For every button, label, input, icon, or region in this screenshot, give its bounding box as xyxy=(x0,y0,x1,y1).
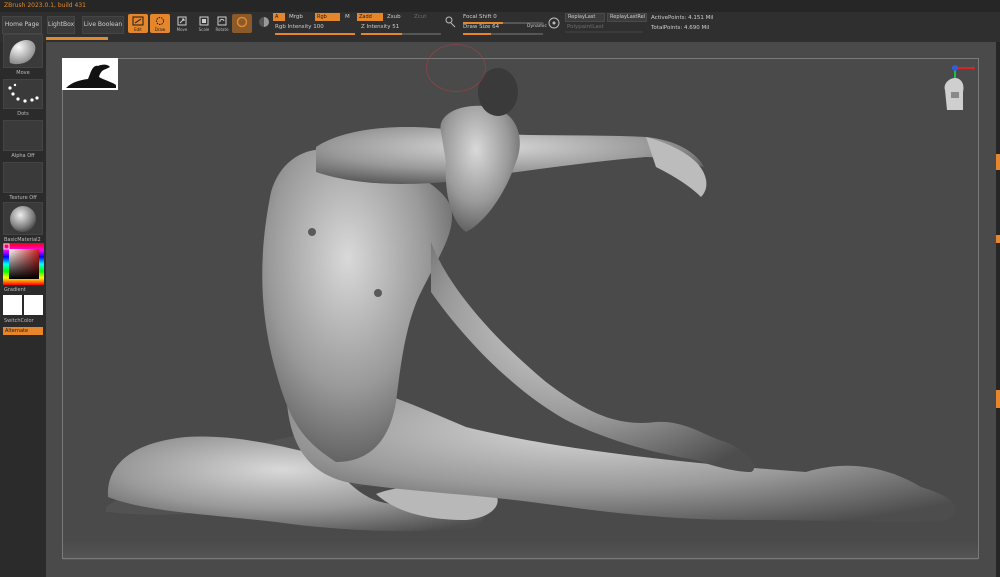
brush-icon xyxy=(9,40,36,65)
replay-last-rel-button[interactable]: ReplayLastRel xyxy=(607,13,647,22)
switch-color-label[interactable]: SwitchColor xyxy=(4,318,50,324)
edit-icon xyxy=(132,16,144,26)
color-picker[interactable] xyxy=(3,243,44,285)
navigator-thumbnail[interactable] xyxy=(62,58,118,90)
tab-live-boolean[interactable]: Live Boolean xyxy=(82,16,124,34)
draw-icon xyxy=(156,17,164,25)
draw-size-label: Draw Size 64 xyxy=(463,24,500,30)
alpha-slot[interactable] xyxy=(3,120,43,151)
scale-icon xyxy=(199,16,209,26)
rgb-intensity-slider[interactable] xyxy=(275,33,355,35)
draw-button[interactable]: Draw xyxy=(150,14,170,33)
top-shelf: Home Page LightBox Live Boolean Edit Dra… xyxy=(0,12,1000,42)
color-picker-icon xyxy=(3,243,44,285)
zcut-label[interactable]: Zcut xyxy=(414,14,426,20)
brush-label: Move xyxy=(16,70,30,76)
brush-cursor-ring xyxy=(426,44,486,92)
dynamic-brush-button[interactable] xyxy=(254,14,274,33)
document-viewport[interactable] xyxy=(46,42,996,577)
stroke-slot[interactable] xyxy=(3,79,43,109)
m-label[interactable]: M xyxy=(345,14,350,20)
edit-button[interactable]: Edit xyxy=(128,14,148,33)
tab-underline xyxy=(46,37,108,40)
edit-label: Edit xyxy=(134,27,142,32)
replay-icon xyxy=(548,17,560,29)
tray-marker[interactable] xyxy=(996,390,1000,408)
secondary-color-swatch[interactable] xyxy=(24,295,43,315)
left-shelf: Move Dots Alpha Off Texture Off BasicMat… xyxy=(0,34,46,577)
replay-last-button[interactable]: ReplayLast xyxy=(565,13,605,22)
move-icon xyxy=(177,16,187,26)
gradient-label: Gradient xyxy=(4,287,26,293)
z-intensity-slider[interactable] xyxy=(361,33,441,35)
total-points: TotalPoints: 4.690 Mil xyxy=(651,25,710,31)
move-button[interactable]: Move xyxy=(172,14,192,33)
material-slot[interactable] xyxy=(3,202,43,235)
main-color-swatch[interactable] xyxy=(3,295,22,315)
texture-slot[interactable] xyxy=(3,162,43,193)
draw-size-slider[interactable] xyxy=(463,33,543,35)
rotate-button[interactable]: Rotate xyxy=(212,14,232,33)
figure-silhouette-icon xyxy=(66,64,116,88)
draw-size-fill xyxy=(463,33,491,35)
tab-home-page[interactable]: Home Page xyxy=(2,16,42,34)
scale-label: Scale xyxy=(198,27,210,32)
zadd-chip[interactable]: Zadd xyxy=(357,13,383,21)
draw-label: Draw xyxy=(154,27,166,32)
right-tray-strip xyxy=(996,42,1000,577)
dynamic-toggle[interactable]: Dynamic xyxy=(527,24,547,29)
canvas-frame xyxy=(62,58,979,559)
rgb-chip[interactable]: Rgb xyxy=(315,13,340,21)
focal-shift-label: Focal Shift 0 xyxy=(463,14,497,20)
z-intensity-fill xyxy=(361,33,402,35)
sculptris-icon xyxy=(236,16,248,28)
rgb-intensity-fill xyxy=(275,33,355,35)
move-label: Move xyxy=(176,27,188,32)
rotate-icon xyxy=(217,16,227,26)
brush-slot[interactable] xyxy=(3,34,43,68)
polypaint-last-label[interactable]: PolypaintLast xyxy=(567,24,604,30)
tray-marker[interactable] xyxy=(996,154,1000,170)
zsub-label[interactable]: Zsub xyxy=(387,14,401,20)
half-circle-icon xyxy=(259,17,269,27)
stroke-label: Dots xyxy=(17,111,29,117)
mrgb-label[interactable]: Mrgb xyxy=(289,14,303,20)
scale-button[interactable]: Scale xyxy=(194,14,214,33)
rotate-label: Rotate xyxy=(215,27,229,32)
focal-shift-icon xyxy=(445,16,456,28)
title-bar: ZBrush 2023.0.1, build 431 xyxy=(0,0,1000,12)
dots-stroke-icon xyxy=(8,83,39,103)
a-chip[interactable]: A xyxy=(273,13,285,21)
replay-slider[interactable] xyxy=(565,31,643,33)
texture-label: Texture Off xyxy=(9,195,37,201)
alpha-label: Alpha Off xyxy=(11,153,35,159)
rgb-intensity-label: Rgb Intensity 100 xyxy=(275,24,324,30)
sculptris-button[interactable] xyxy=(232,14,252,33)
tab-lightbox[interactable]: LightBox xyxy=(47,16,75,34)
app-title: ZBrush 2023.0.1, build 431 xyxy=(4,2,86,9)
z-intensity-label: Z Intensity 51 xyxy=(361,24,400,30)
alternate-button[interactable]: Alternate xyxy=(3,327,43,335)
active-points: ActivePoints: 4.151 Mil xyxy=(651,15,714,21)
material-sphere-icon xyxy=(10,206,36,232)
orientation-gizmo[interactable] xyxy=(935,60,975,116)
axis-gizmo-icon xyxy=(944,65,975,110)
tray-marker[interactable] xyxy=(996,235,1000,243)
